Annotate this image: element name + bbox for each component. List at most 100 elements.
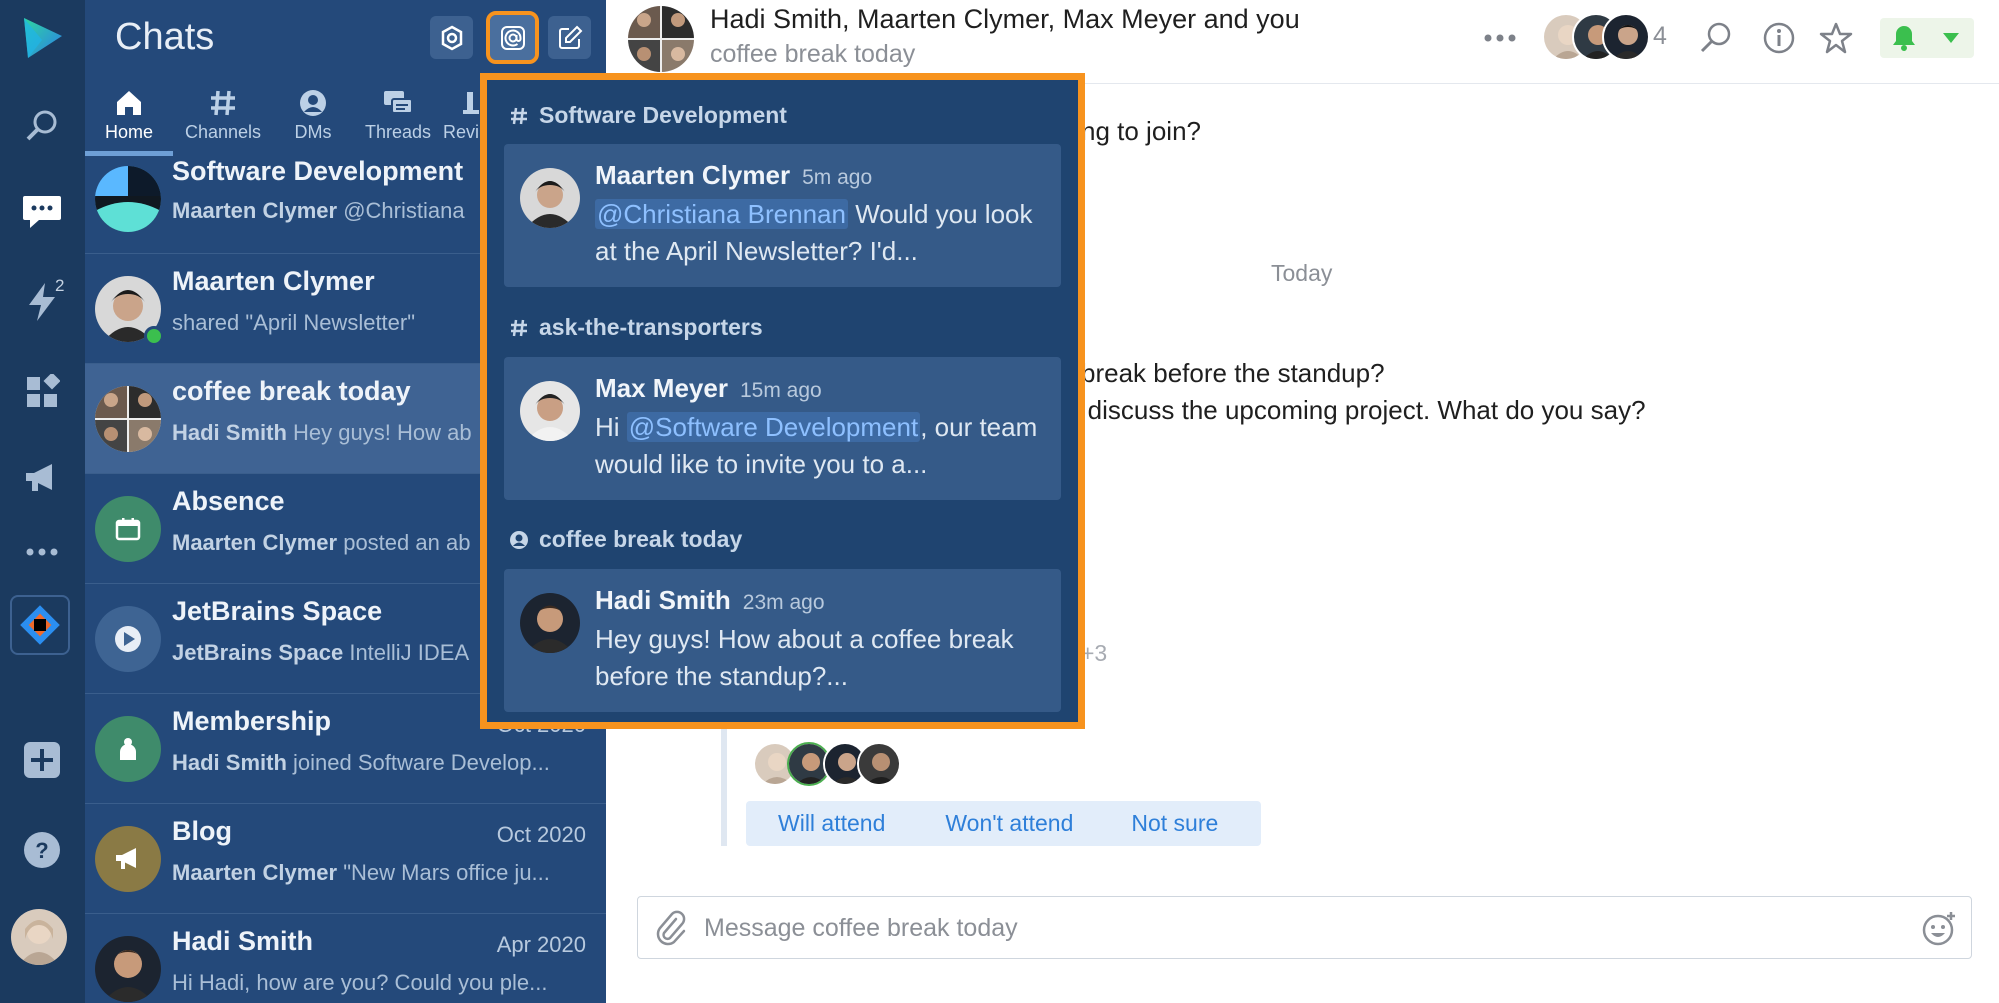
mention-card[interactable]: Hadi Smith 23m ago Hey guys! How about a … — [504, 569, 1061, 712]
compose-button[interactable] — [548, 16, 591, 59]
mention-card[interactable]: Maarten Clymer 5m ago @Christiana Brennan… — [504, 144, 1061, 287]
notification-settings — [1880, 18, 1974, 58]
mention-text: Hi @Software Development, our team would… — [595, 412, 1038, 479]
mention-chip[interactable]: @Christiana Brennan — [595, 199, 848, 229]
mention-chip[interactable]: @Software Development — [626, 412, 921, 442]
hash-icon — [509, 106, 529, 126]
more-options-icon[interactable] — [1480, 18, 1520, 58]
mention-section-header[interactable]: coffee break today — [509, 526, 742, 553]
person-icon — [509, 530, 529, 550]
member-avatars[interactable] — [1542, 13, 1652, 63]
mention-text: Hey guys! How about a coffee break befor… — [595, 624, 1014, 691]
will-attend-button[interactable]: Will attend — [746, 810, 885, 837]
info-icon[interactable] — [1759, 18, 1799, 58]
mention-time: 15m ago — [739, 379, 822, 402]
chat-title: Hadi Smith — [172, 926, 314, 956]
chat-title: Software Development — [172, 156, 464, 186]
mention-author: Maarten Clymer 5m ago — [595, 160, 873, 190]
mention-time: 5m ago — [802, 166, 873, 189]
calendar-icon — [95, 496, 161, 562]
search-icon[interactable] — [1696, 18, 1736, 58]
avatar — [520, 381, 580, 441]
badge-icon — [95, 716, 161, 782]
chats-icon[interactable] — [16, 186, 68, 238]
tab-threads[interactable]: Threads — [353, 84, 443, 154]
tab-home-label: Home — [104, 122, 153, 142]
gear-icon — [441, 25, 462, 50]
star-icon[interactable] — [1816, 18, 1856, 58]
profile-avatar[interactable] — [11, 909, 67, 965]
tab-threads-label: Threads — [364, 122, 432, 142]
hash-icon — [211, 90, 235, 116]
chat-title: JetBrains Space — [172, 596, 383, 626]
help-icon[interactable]: ? — [16, 824, 68, 876]
wont-attend-button[interactable]: Won't attend — [885, 810, 1073, 837]
mention-author: Hadi Smith 23m ago — [595, 585, 825, 615]
conversation-header: Hadi Smith, Maarten Clymer, Max Meyer an… — [606, 0, 1999, 84]
conversation-title: Hadi Smith, Maarten Clymer, Max Meyer an… — [710, 4, 1300, 34]
chat-title: Maarten Clymer — [172, 266, 375, 296]
tab-home[interactable]: Home — [85, 84, 173, 156]
attendee-avatar — [857, 742, 901, 786]
mention-card[interactable]: Max Meyer 15m ago Hi @Software Developmen… — [504, 357, 1061, 500]
mention-section-title: Software Development — [539, 102, 787, 128]
edit-icon — [558, 25, 582, 49]
chat-title: Membership — [172, 706, 332, 736]
online-status-indicator — [144, 326, 164, 346]
panel-title: Chats — [115, 16, 215, 58]
more-icon[interactable] — [16, 526, 68, 578]
message-input[interactable] — [704, 909, 1884, 947]
chat-title: coffee break today — [172, 376, 411, 406]
megaphone-icon[interactable] — [16, 452, 68, 504]
channel-avatar — [95, 166, 161, 232]
chat-preview: Hadi Smith joined Software Develop... — [172, 750, 550, 775]
conversation-subtitle: coffee break today — [710, 40, 916, 68]
at-sign-icon — [500, 25, 525, 50]
mentions-button[interactable] — [486, 11, 539, 64]
group-avatar — [95, 386, 161, 452]
paperclip-icon[interactable] — [652, 909, 688, 952]
avatar — [520, 593, 580, 653]
message-text: d discuss the upcoming project. What do … — [1066, 395, 1646, 425]
chevron-down-icon[interactable] — [1927, 18, 1974, 58]
review-icon — [463, 92, 479, 114]
workspace-icon[interactable] — [10, 595, 70, 655]
app-logo[interactable] — [16, 12, 68, 64]
member-avatar — [1602, 13, 1650, 61]
megaphone-icon — [95, 826, 161, 892]
mention-text: @Christiana Brennan Would you look at th… — [595, 199, 1033, 266]
apps-icon[interactable] — [16, 366, 68, 418]
message-composer — [637, 896, 1972, 959]
message-text: ng to join? — [1081, 116, 1201, 146]
mentions-popover: Software Development Maarten Clymer 5m ag… — [480, 73, 1085, 729]
member-count: 4 — [1653, 22, 1667, 50]
app-rail: 2 ? — [0, 0, 85, 1003]
chat-title: Blog — [172, 816, 232, 846]
bell-icon[interactable] — [1880, 18, 1927, 58]
tab-channels[interactable]: Channels — [173, 84, 273, 154]
mention-section-header[interactable]: ask-the-transporters — [509, 314, 763, 341]
settings-button[interactable] — [430, 16, 473, 59]
tab-dms[interactable]: DMs — [273, 84, 353, 154]
home-icon — [117, 91, 141, 115]
not-sure-button[interactable]: Not sure — [1073, 810, 1218, 837]
chat-date: Apr 2020 — [496, 932, 586, 957]
emoji-icon[interactable] — [1921, 909, 1959, 952]
message-text: break before the standup? — [1081, 358, 1385, 388]
add-icon[interactable] — [16, 734, 68, 786]
chat-item-hadi-smith[interactable]: Hadi Smith Apr 2020 Hi Hadi, how are you… — [85, 914, 606, 1003]
tab-channels-label: Channels — [184, 122, 262, 142]
space-logo-icon — [95, 606, 161, 672]
avatar — [95, 936, 161, 1002]
chat-preview: Hi Hadi, how are you? Could you ple... — [172, 970, 548, 995]
group-avatar — [628, 6, 694, 72]
chat-preview: Maarten Clymer "New Mars office ju... — [172, 860, 550, 885]
mention-section-title: ask-the-transporters — [539, 314, 763, 340]
rsvp-bar: Will attend Won't attend Not sure — [746, 801, 1261, 846]
mention-section-header[interactable]: Software Development — [509, 102, 787, 129]
person-icon — [300, 90, 326, 116]
search-icon[interactable] — [16, 100, 68, 152]
threads-icon — [384, 91, 413, 114]
hash-icon — [509, 318, 529, 338]
chat-item-blog[interactable]: Blog Oct 2020 Maarten Clymer "New Mars o… — [85, 804, 606, 914]
